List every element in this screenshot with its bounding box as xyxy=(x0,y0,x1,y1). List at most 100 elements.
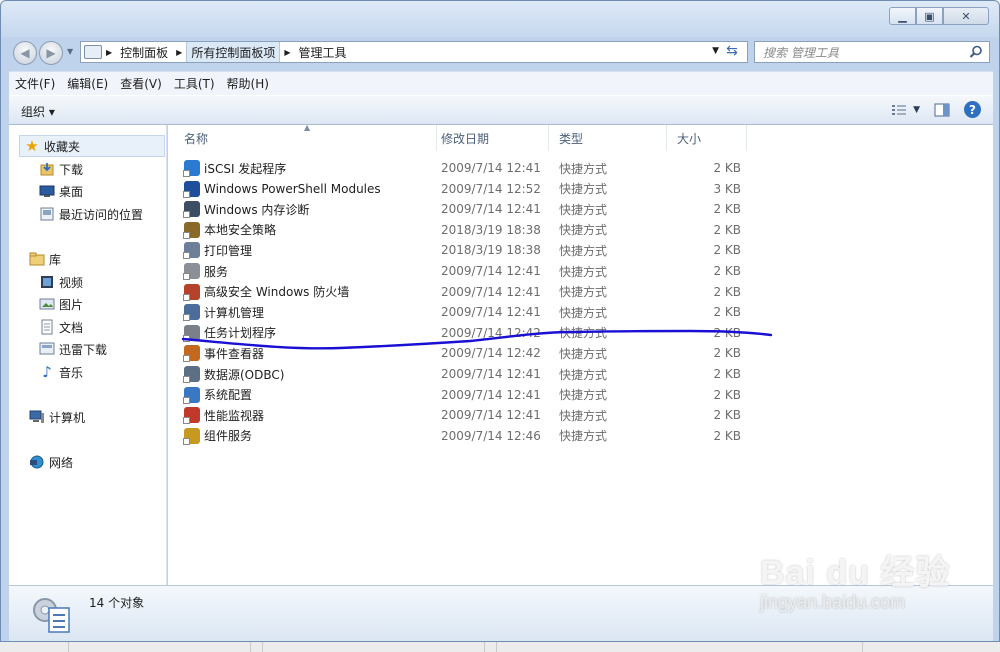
menu-tools[interactable]: 工具(T) xyxy=(168,75,221,92)
file-row[interactable]: 组件服务 2009/7/14 12:46 快捷方式 2 KB xyxy=(178,426,748,447)
file-name-cell[interactable]: 系统配置 xyxy=(183,385,252,405)
memory-diagnostic-icon xyxy=(183,201,200,219)
organize-button[interactable]: 组织 ▾ xyxy=(21,103,55,120)
restore-button[interactable]: ▣ xyxy=(916,7,943,25)
preview-pane-icon[interactable] xyxy=(934,103,950,117)
file-type-cell: 快捷方式 xyxy=(559,182,608,197)
forward-button[interactable]: ▶ xyxy=(39,41,63,65)
file-row[interactable]: 任务计划程序 2009/7/14 12:42 快捷方式 2 KB xyxy=(178,323,748,344)
column-header-type[interactable]: 类型 xyxy=(549,125,667,151)
nav-desktop[interactable]: 桌面 xyxy=(39,180,83,202)
nav-pictures-label: 图片 xyxy=(59,297,84,312)
nav-documents[interactable]: 文档 xyxy=(39,316,83,338)
file-name-cell[interactable]: Windows 内存诊断 xyxy=(183,199,309,219)
nav-videos[interactable]: 视频 xyxy=(39,271,83,293)
menu-edit[interactable]: 编辑(E) xyxy=(61,75,114,92)
file-type-cell: 快捷方式 xyxy=(559,346,608,361)
minimize-button[interactable]: ▁ xyxy=(889,7,916,25)
nav-music[interactable]: ♪ 音乐 xyxy=(39,361,83,383)
file-name-cell[interactable]: 事件查看器 xyxy=(183,343,264,363)
back-button[interactable]: ◀ xyxy=(13,41,37,65)
column-header-name[interactable]: 名称 xyxy=(174,125,437,151)
restore-icon: ▣ xyxy=(924,9,935,23)
system-config-icon xyxy=(183,386,200,404)
nav-network[interactable]: 网络 xyxy=(29,451,73,473)
file-name-cell[interactable]: 数据源(ODBC) xyxy=(183,364,284,384)
help-icon[interactable]: ? xyxy=(964,101,981,118)
nav-network-label: 网络 xyxy=(49,455,74,470)
file-name-cell[interactable]: 任务计划程序 xyxy=(183,323,276,343)
file-type-cell: 快捷方式 xyxy=(559,388,608,403)
file-date-cell: 2009/7/14 12:41 xyxy=(441,161,541,175)
search-input[interactable]: 搜索 管理工具 xyxy=(754,41,990,63)
menu-file[interactable]: 文件(F) xyxy=(9,75,61,92)
nav-computer[interactable]: 计算机 xyxy=(29,406,85,428)
shortcut-arrow-icon xyxy=(183,190,190,198)
nav-xunlei-downloads[interactable]: 迅雷下载 xyxy=(39,338,107,360)
details-view-icon xyxy=(892,104,907,115)
event-viewer-icon xyxy=(183,345,200,363)
search-icon[interactable] xyxy=(969,45,983,59)
file-name-cell[interactable]: 性能监视器 xyxy=(183,405,264,425)
column-header-size[interactable]: 大小 xyxy=(667,125,747,151)
menu-view[interactable]: 查看(V) xyxy=(114,75,168,92)
breadcrumb-separator-icon[interactable]: ▶ xyxy=(280,48,294,57)
file-row[interactable]: iSCSI 发起程序 2009/7/14 12:41 快捷方式 2 KB xyxy=(178,158,748,179)
watermark-logo: Bai du 经验 xyxy=(760,554,951,592)
music-note-icon: ♪ xyxy=(42,363,52,381)
title-bar[interactable]: ▁ ▣ ✕ xyxy=(1,1,999,37)
address-bar[interactable]: ▶ 控制面板 ▶ 所有控制面板项 ▶ 管理工具 ▼ ⇆ xyxy=(80,41,748,63)
file-row[interactable]: 事件查看器 2009/7/14 12:42 快捷方式 2 KB xyxy=(178,343,748,364)
file-size-cell: 2 KB xyxy=(713,346,741,361)
shortcut-arrow-icon xyxy=(183,170,190,177)
file-name-cell[interactable]: 计算机管理 xyxy=(183,302,265,322)
file-name-cell[interactable]: 高级安全 Windows 防火墙 xyxy=(183,282,349,302)
file-row[interactable]: Windows 内存诊断 2009/7/14 12:41 快捷方式 2 KB xyxy=(178,199,748,220)
file-row[interactable]: 高级安全 Windows 防火墙 2009/7/14 12:41 快捷方式 2 KB xyxy=(178,282,748,303)
address-history-dropdown[interactable]: ▼ xyxy=(712,46,719,56)
change-view-button[interactable]: ▼ xyxy=(891,103,920,117)
breadcrumb-control-panel[interactable]: 控制面板 xyxy=(116,42,172,62)
breadcrumb-separator-icon[interactable]: ▶ xyxy=(172,48,186,57)
file-name-cell[interactable]: Windows PowerShell Modules xyxy=(183,179,381,199)
close-icon: ✕ xyxy=(961,9,971,23)
file-name-cell[interactable]: 组件服务 xyxy=(183,426,252,446)
file-name-cell[interactable]: 本地安全策略 xyxy=(183,220,276,240)
nav-downloads[interactable]: 下载 xyxy=(39,158,83,180)
file-row[interactable]: Windows PowerShell Modules 2009/7/14 12:5… xyxy=(178,179,748,200)
file-name-cell[interactable]: 打印管理 xyxy=(183,240,252,260)
breadcrumb-separator-icon[interactable]: ▶ xyxy=(102,48,116,57)
menu-help[interactable]: 帮助(H) xyxy=(221,75,275,92)
nav-recent-places[interactable]: 最近访问的位置 xyxy=(39,203,143,225)
search-placeholder: 搜索 管理工具 xyxy=(763,45,839,60)
file-date-cell: 2009/7/14 12:42 xyxy=(441,325,541,340)
file-row[interactable]: 计算机管理 2009/7/14 12:41 快捷方式 2 KB xyxy=(178,302,748,323)
file-type-cell: 快捷方式 xyxy=(559,264,608,279)
back-arrow-icon: ◀ xyxy=(20,46,30,60)
nav-favorites[interactable]: ★ 收藏夹 xyxy=(19,135,165,157)
breadcrumb-all-items[interactable]: 所有控制面板项 xyxy=(186,42,281,62)
recent-pages-dropdown[interactable]: ▼ xyxy=(67,47,73,56)
column-header-date[interactable]: 修改日期 xyxy=(431,125,549,151)
file-name-label: 计算机管理 xyxy=(204,305,265,320)
nav-pictures[interactable]: 图片 xyxy=(39,293,83,315)
file-row[interactable]: 性能监视器 2009/7/14 12:41 快捷方式 2 KB xyxy=(178,405,748,426)
file-date-cell: 2009/7/14 12:41 xyxy=(441,408,541,423)
file-name-cell[interactable]: iSCSI 发起程序 xyxy=(183,158,287,178)
file-name-cell[interactable]: 服务 xyxy=(183,261,228,281)
file-date-cell: 2009/7/14 12:41 xyxy=(441,305,541,320)
breadcrumb-admin-tools[interactable]: 管理工具 xyxy=(295,42,351,62)
refresh-icon[interactable]: ⇆ xyxy=(721,43,743,61)
performance-monitor-icon xyxy=(183,407,200,425)
file-name-label: iSCSI 发起程序 xyxy=(204,161,287,176)
nav-libraries[interactable]: 库 xyxy=(29,248,61,270)
file-row[interactable]: 本地安全策略 2018/3/19 18:38 快捷方式 2 KB xyxy=(178,220,748,241)
shortcut-arrow-icon xyxy=(183,334,190,342)
file-row[interactable]: 打印管理 2018/3/19 18:38 快捷方式 2 KB xyxy=(178,240,748,261)
network-icon xyxy=(29,454,45,470)
file-row[interactable]: 服务 2009/7/14 12:41 快捷方式 2 KB xyxy=(178,261,748,282)
file-date-cell: 2009/7/14 12:41 xyxy=(441,202,541,217)
file-row[interactable]: 系统配置 2009/7/14 12:41 快捷方式 2 KB xyxy=(178,385,748,406)
close-button[interactable]: ✕ xyxy=(943,7,989,25)
file-row[interactable]: 数据源(ODBC) 2009/7/14 12:41 快捷方式 2 KB xyxy=(178,364,748,385)
